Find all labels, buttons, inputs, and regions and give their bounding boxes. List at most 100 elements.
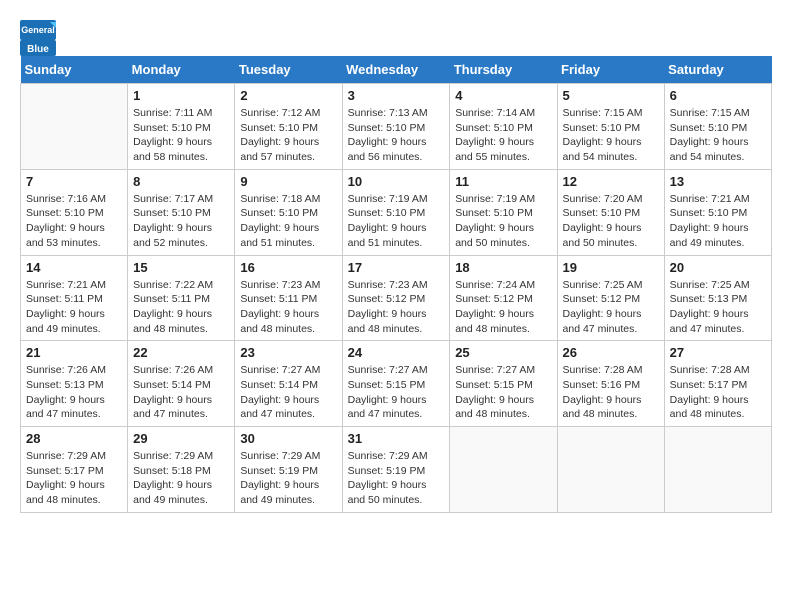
calendar-header-saturday: Saturday <box>664 56 771 84</box>
day-info: Sunrise: 7:15 AM Sunset: 5:10 PM Dayligh… <box>670 106 766 165</box>
day-info: Sunrise: 7:17 AM Sunset: 5:10 PM Dayligh… <box>133 192 229 251</box>
day-info: Sunrise: 7:29 AM Sunset: 5:17 PM Dayligh… <box>26 449 122 508</box>
day-info: Sunrise: 7:18 AM Sunset: 5:10 PM Dayligh… <box>240 192 336 251</box>
calendar-cell: 27 Sunrise: 7:28 AM Sunset: 5:17 PM Dayli… <box>664 341 771 427</box>
day-number: 6 <box>670 88 766 103</box>
day-info: Sunrise: 7:21 AM Sunset: 5:11 PM Dayligh… <box>26 278 122 337</box>
calendar-cell <box>557 427 664 513</box>
day-info: Sunrise: 7:27 AM Sunset: 5:14 PM Dayligh… <box>240 363 336 422</box>
calendar-cell <box>450 427 557 513</box>
calendar-cell: 8 Sunrise: 7:17 AM Sunset: 5:10 PM Daylig… <box>128 169 235 255</box>
day-number: 19 <box>563 260 659 275</box>
day-info: Sunrise: 7:24 AM Sunset: 5:12 PM Dayligh… <box>455 278 551 337</box>
calendar-cell: 7 Sunrise: 7:16 AM Sunset: 5:10 PM Daylig… <box>21 169 128 255</box>
day-info: Sunrise: 7:22 AM Sunset: 5:11 PM Dayligh… <box>133 278 229 337</box>
day-info: Sunrise: 7:29 AM Sunset: 5:19 PM Dayligh… <box>348 449 445 508</box>
day-number: 9 <box>240 174 336 189</box>
day-info: Sunrise: 7:23 AM Sunset: 5:12 PM Dayligh… <box>348 278 445 337</box>
calendar-cell: 10 Sunrise: 7:19 AM Sunset: 5:10 PM Dayli… <box>342 169 450 255</box>
calendar-header-friday: Friday <box>557 56 664 84</box>
calendar-cell: 15 Sunrise: 7:22 AM Sunset: 5:11 PM Dayli… <box>128 255 235 341</box>
calendar-table: SundayMondayTuesdayWednesdayThursdayFrid… <box>20 56 772 513</box>
calendar-week-row: 14 Sunrise: 7:21 AM Sunset: 5:11 PM Dayli… <box>21 255 772 341</box>
day-info: Sunrise: 7:26 AM Sunset: 5:14 PM Dayligh… <box>133 363 229 422</box>
calendar-cell: 1 Sunrise: 7:11 AM Sunset: 5:10 PM Daylig… <box>128 84 235 170</box>
calendar-cell: 4 Sunrise: 7:14 AM Sunset: 5:10 PM Daylig… <box>450 84 557 170</box>
calendar-cell: 31 Sunrise: 7:29 AM Sunset: 5:19 PM Dayli… <box>342 427 450 513</box>
calendar-cell: 20 Sunrise: 7:25 AM Sunset: 5:13 PM Dayli… <box>664 255 771 341</box>
day-info: Sunrise: 7:29 AM Sunset: 5:18 PM Dayligh… <box>133 449 229 508</box>
day-info: Sunrise: 7:27 AM Sunset: 5:15 PM Dayligh… <box>455 363 551 422</box>
calendar-cell <box>664 427 771 513</box>
general-blue-icon: General Blue <box>20 20 56 56</box>
day-number: 28 <box>26 431 122 446</box>
day-number: 10 <box>348 174 445 189</box>
calendar-cell: 30Sunrise: 7:29 AM Sunset: 5:19 PM Dayli… <box>235 427 342 513</box>
day-info: Sunrise: 7:27 AM Sunset: 5:15 PM Dayligh… <box>348 363 445 422</box>
calendar-cell: 28 Sunrise: 7:29 AM Sunset: 5:17 PM Dayli… <box>21 427 128 513</box>
calendar-cell: 16 Sunrise: 7:23 AM Sunset: 5:11 PM Dayli… <box>235 255 342 341</box>
day-info: Sunrise: 7:14 AM Sunset: 5:10 PM Dayligh… <box>455 106 551 165</box>
day-info: Sunrise: 7:26 AM Sunset: 5:13 PM Dayligh… <box>26 363 122 422</box>
day-number: 18 <box>455 260 551 275</box>
logo: General Blue <box>20 20 56 56</box>
calendar-header-row: SundayMondayTuesdayWednesdayThursdayFrid… <box>21 56 772 84</box>
day-info: Sunrise: 7:25 AM Sunset: 5:12 PM Dayligh… <box>563 278 659 337</box>
calendar-cell: 2Sunrise: 7:12 AM Sunset: 5:10 PM Daylig… <box>235 84 342 170</box>
day-info: Sunrise: 7:20 AM Sunset: 5:10 PM Dayligh… <box>563 192 659 251</box>
calendar-cell: 24 Sunrise: 7:27 AM Sunset: 5:15 PM Dayli… <box>342 341 450 427</box>
calendar-header-thursday: Thursday <box>450 56 557 84</box>
day-number: 11 <box>455 174 551 189</box>
calendar-cell: 6 Sunrise: 7:15 AM Sunset: 5:10 PM Daylig… <box>664 84 771 170</box>
day-info: Sunrise: 7:19 AM Sunset: 5:10 PM Dayligh… <box>455 192 551 251</box>
day-number: 24 <box>348 345 445 360</box>
day-number: 20 <box>670 260 766 275</box>
calendar-cell: 29Sunrise: 7:29 AM Sunset: 5:18 PM Dayli… <box>128 427 235 513</box>
calendar-header-wednesday: Wednesday <box>342 56 450 84</box>
day-info: Sunrise: 7:19 AM Sunset: 5:10 PM Dayligh… <box>348 192 445 251</box>
day-number: 23 <box>240 345 336 360</box>
day-info: Sunrise: 7:29 AM Sunset: 5:19 PM Dayligh… <box>240 449 336 508</box>
day-number: 4 <box>455 88 551 103</box>
calendar-header-tuesday: Tuesday <box>235 56 342 84</box>
day-number: 21 <box>26 345 122 360</box>
calendar-cell: 23 Sunrise: 7:27 AM Sunset: 5:14 PM Dayli… <box>235 341 342 427</box>
calendar-cell: 19 Sunrise: 7:25 AM Sunset: 5:12 PM Dayli… <box>557 255 664 341</box>
day-number: 27 <box>670 345 766 360</box>
calendar-cell: 13Sunrise: 7:21 AM Sunset: 5:10 PM Dayli… <box>664 169 771 255</box>
day-number: 15 <box>133 260 229 275</box>
calendar-cell: 18 Sunrise: 7:24 AM Sunset: 5:12 PM Dayli… <box>450 255 557 341</box>
day-number: 12 <box>563 174 659 189</box>
calendar-cell: 11 Sunrise: 7:19 AM Sunset: 5:10 PM Dayli… <box>450 169 557 255</box>
calendar-cell: 9 Sunrise: 7:18 AM Sunset: 5:10 PM Daylig… <box>235 169 342 255</box>
calendar-cell: 26Sunrise: 7:28 AM Sunset: 5:16 PM Dayli… <box>557 341 664 427</box>
day-info: Sunrise: 7:28 AM Sunset: 5:16 PM Dayligh… <box>563 363 659 422</box>
day-number: 16 <box>240 260 336 275</box>
day-number: 25 <box>455 345 551 360</box>
calendar-cell: 5 Sunrise: 7:15 AM Sunset: 5:10 PM Daylig… <box>557 84 664 170</box>
day-number: 8 <box>133 174 229 189</box>
day-number: 1 <box>133 88 229 103</box>
calendar-cell <box>21 84 128 170</box>
calendar-cell: 21 Sunrise: 7:26 AM Sunset: 5:13 PM Dayli… <box>21 341 128 427</box>
calendar-week-row: 28 Sunrise: 7:29 AM Sunset: 5:17 PM Dayli… <box>21 427 772 513</box>
day-number: 17 <box>348 260 445 275</box>
day-number: 14 <box>26 260 122 275</box>
day-info: Sunrise: 7:11 AM Sunset: 5:10 PM Dayligh… <box>133 106 229 165</box>
calendar-cell: 17 Sunrise: 7:23 AM Sunset: 5:12 PM Dayli… <box>342 255 450 341</box>
day-info: Sunrise: 7:25 AM Sunset: 5:13 PM Dayligh… <box>670 278 766 337</box>
day-info: Sunrise: 7:16 AM Sunset: 5:10 PM Dayligh… <box>26 192 122 251</box>
day-info: Sunrise: 7:15 AM Sunset: 5:10 PM Dayligh… <box>563 106 659 165</box>
day-number: 5 <box>563 88 659 103</box>
day-number: 31 <box>348 431 445 446</box>
day-info: Sunrise: 7:21 AM Sunset: 5:10 PM Dayligh… <box>670 192 766 251</box>
svg-text:General: General <box>21 25 55 35</box>
calendar-header-monday: Monday <box>128 56 235 84</box>
day-number: 7 <box>26 174 122 189</box>
calendar-cell: 12 Sunrise: 7:20 AM Sunset: 5:10 PM Dayli… <box>557 169 664 255</box>
day-number: 22 <box>133 345 229 360</box>
calendar-cell: 3Sunrise: 7:13 AM Sunset: 5:10 PM Daylig… <box>342 84 450 170</box>
day-info: Sunrise: 7:28 AM Sunset: 5:17 PM Dayligh… <box>670 363 766 422</box>
calendar-week-row: 7 Sunrise: 7:16 AM Sunset: 5:10 PM Daylig… <box>21 169 772 255</box>
day-info: Sunrise: 7:23 AM Sunset: 5:11 PM Dayligh… <box>240 278 336 337</box>
